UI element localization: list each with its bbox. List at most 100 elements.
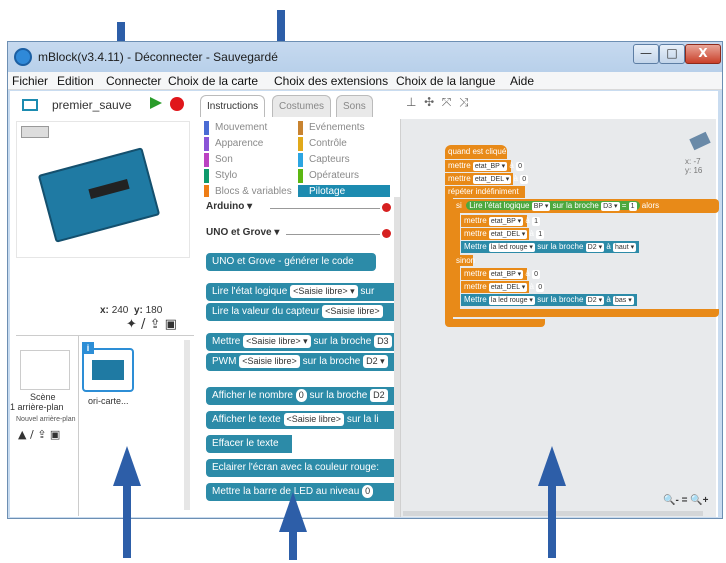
- current-sprite-preview: [689, 131, 711, 151]
- script-led-high[interactable]: Mettre la led rouge ▾ sur la broche D2 ▾…: [461, 241, 639, 253]
- upload-backdrop-icon[interactable]: ⇪: [37, 428, 46, 441]
- zoom-in-button[interactable]: 🔍+: [690, 495, 708, 506]
- category-evenements[interactable]: Evénements: [298, 121, 390, 135]
- window-title: mBlock(v3.4.11) - Déconnecter - Sauvegar…: [38, 50, 278, 64]
- extension-arduino[interactable]: Arduino ▾: [206, 201, 252, 212]
- zoom-out-button[interactable]: 🔍-: [663, 495, 679, 506]
- script-if-else[interactable]: si Lire l'état logique BP ▾ sur la broch…: [453, 199, 719, 213]
- script-else[interactable]: sinon: [453, 255, 475, 266]
- category-mouvement[interactable]: Mouvement: [204, 121, 294, 135]
- green-flag-icon[interactable]: [150, 97, 162, 109]
- menu-choix-carte[interactable]: Choix de la carte: [168, 74, 258, 88]
- script-forever[interactable]: répéter indéfiniment: [445, 186, 525, 198]
- category-son[interactable]: Son: [204, 153, 294, 167]
- script-set-etat-bp[interactable]: mettre etat_BP ▾ à 0: [445, 160, 524, 172]
- sprite-name-field[interactable]: premier_sauvegarde: [52, 98, 132, 112]
- menu-connecter[interactable]: Connecter: [106, 74, 161, 88]
- extension-uno-grove[interactable]: UNO et Grove ▾: [206, 227, 279, 238]
- menu-fichier[interactable]: Fichier: [12, 74, 48, 88]
- scene-label: Scène: [30, 392, 56, 402]
- block-light-screen[interactable]: Eclairer l'écran avec la couleur rouge:: [206, 459, 398, 477]
- block-read-logic-state[interactable]: Lire l'état logique <Saisie libre> ▾ sur: [206, 283, 398, 301]
- category-operateurs[interactable]: Opérateurs: [298, 169, 390, 183]
- stop-icon[interactable]: [170, 97, 184, 111]
- annotation-arrow-palette: [289, 530, 297, 560]
- script-set-bp-1[interactable]: mettre etat_BP ▾ à 1: [461, 215, 540, 227]
- annotation-arrow-sprites-head: [113, 446, 141, 486]
- annotation-arrow-sprites: [123, 486, 131, 558]
- arduino-thumbnail-image: [92, 360, 124, 380]
- menu-choix-extensions[interactable]: Choix des extensions: [274, 74, 388, 88]
- palette-tabs: Instructions Costumes Sons: [200, 93, 400, 117]
- draw-backdrop-icon[interactable]: /: [30, 428, 34, 441]
- zoom-controls: 🔍- = 🔍+: [663, 495, 708, 506]
- block-erase-text[interactable]: Effacer le texte: [206, 435, 292, 453]
- block-pwm[interactable]: PWM <Saisie libre> sur la broche D2 ▾: [206, 353, 398, 371]
- delete-icon[interactable]: ✣: [424, 95, 434, 109]
- draw-icon[interactable]: /: [141, 317, 145, 332]
- duplicate-icon[interactable]: ⊥: [406, 95, 416, 109]
- block-read-sensor[interactable]: Lire la valeur du capteur <Saisie libre>: [206, 303, 398, 321]
- close-button[interactable]: X: [685, 44, 721, 64]
- category-stylo[interactable]: Stylo: [204, 169, 294, 183]
- script-set-del-0[interactable]: mettre etat_DEL ▾ à 0: [461, 281, 545, 293]
- script-led-low[interactable]: Mettre la led rouge ▾ sur la broche D2 ▾…: [461, 294, 637, 306]
- uno-grove-status-dot: [382, 229, 391, 238]
- tab-sons[interactable]: Sons: [336, 95, 373, 117]
- fullscreen-icon[interactable]: [22, 99, 38, 111]
- script-forever-end: [445, 319, 545, 327]
- block-set-pin[interactable]: Mettre <Saisie libre> ▾ sur la broche D3: [206, 333, 398, 351]
- menu-edition[interactable]: Edition: [57, 74, 94, 88]
- block-generate-code[interactable]: UNO et Grove - générer le code: [206, 253, 376, 271]
- annotation-arrow-palette-head: [279, 492, 307, 532]
- tab-costumes[interactable]: Costumes: [272, 95, 332, 117]
- sprite-panel: Scène 1 arrière-plan Nouvel arrière-plan…: [10, 335, 194, 516]
- category-controle[interactable]: Contrôle: [298, 137, 390, 151]
- sprite-label: ori-carte...: [88, 396, 129, 406]
- annotation-arrow-scripts-head: [538, 446, 566, 486]
- extension-uno-grove-line: [286, 234, 380, 235]
- script-if-end: [453, 309, 719, 317]
- tab-instructions[interactable]: Instructions: [200, 95, 266, 117]
- arduino-status-dot: [382, 203, 391, 212]
- backdrop-count: 1 arrière-plan: [10, 402, 64, 412]
- mblock-app-icon: [14, 48, 32, 66]
- stage-header: premier_sauvegarde: [10, 91, 190, 121]
- zoom-reset-button[interactable]: =: [682, 495, 688, 506]
- grow-icon[interactable]: ⤧: [442, 95, 452, 109]
- script-when-flag-clicked[interactable]: quand est cliqué: [445, 145, 507, 159]
- sprite-info-icon[interactable]: i: [82, 342, 94, 354]
- sprite-panel-scrollbar[interactable]: [184, 340, 190, 510]
- stage-coordinates: x: 240 y: 180: [100, 305, 163, 316]
- upload-icon[interactable]: ⇪: [150, 317, 161, 332]
- menu-bar: Fichier Edition Connecter Choix de la ca…: [8, 72, 722, 90]
- category-panel: Mouvement Apparence Son Stylo Blocs & va…: [200, 117, 392, 199]
- script-set-bp-0[interactable]: mettre etat_BP ▾ à 0: [461, 268, 540, 280]
- sensor-variable-monitors: [21, 126, 49, 138]
- block-show-number[interactable]: Afficher le nombre 0 sur la broche D2: [206, 387, 398, 405]
- script-toolbar: ⊥ ✣ ⤧ ⤨: [406, 95, 469, 110]
- shrink-icon[interactable]: ⤨: [459, 95, 469, 109]
- camera-backdrop-icon[interactable]: ▣: [50, 428, 60, 441]
- extension-arduino-line: [270, 208, 380, 209]
- menu-choix-langue[interactable]: Choix de la langue: [396, 74, 495, 88]
- paint-sprite-icon[interactable]: ✦: [126, 317, 137, 332]
- blocks-palette: Arduino ▾ UNO et Grove ▾ UNO et Grove - …: [200, 197, 400, 517]
- script-set-etat-del[interactable]: mettre etat_DEL ▾ à 0: [445, 173, 529, 185]
- paint-backdrop-icon[interactable]: ▲: [18, 428, 26, 441]
- minimize-button[interactable]: —: [633, 44, 659, 64]
- script-coord-x: x: -7: [685, 157, 701, 166]
- maximize-button[interactable]: □: [659, 44, 685, 64]
- script-set-del-1[interactable]: mettre etat_DEL ▾ à 1: [461, 228, 545, 240]
- annotation-arrow-scripts: [548, 486, 556, 558]
- backdrop-tools: ▲ / ⇪ ▣: [18, 428, 60, 441]
- category-capteurs[interactable]: Capteurs: [298, 153, 390, 167]
- script-coord-y: y: 16: [685, 166, 703, 175]
- category-apparence[interactable]: Apparence: [204, 137, 294, 151]
- sprite-thumbnail[interactable]: [82, 348, 134, 392]
- menu-aide[interactable]: Aide: [510, 74, 534, 88]
- stage-canvas[interactable]: [16, 121, 190, 258]
- camera-icon[interactable]: ▣: [165, 317, 177, 332]
- scene-thumbnail[interactable]: [20, 350, 70, 390]
- block-show-text[interactable]: Afficher le texte <Saisie libre> sur la …: [206, 411, 398, 429]
